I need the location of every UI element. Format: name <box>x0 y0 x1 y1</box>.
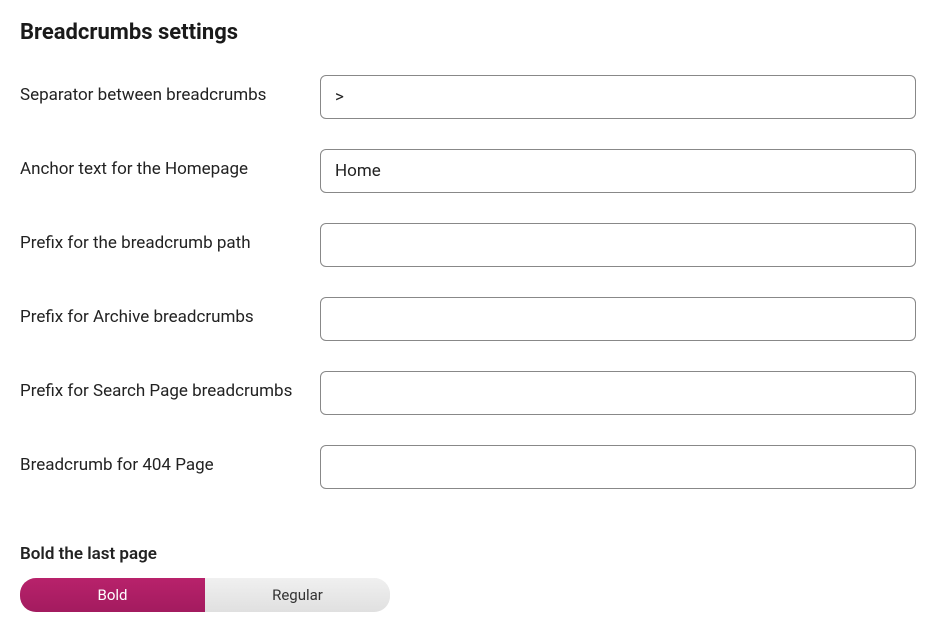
input-prefix-path[interactable] <box>320 223 916 267</box>
label-prefix-search: Prefix for Search Page breadcrumbs <box>20 371 320 401</box>
field-prefix-archive: Prefix for Archive breadcrumbs <box>20 297 916 341</box>
label-separator: Separator between breadcrumbs <box>20 75 320 105</box>
input-prefix-archive[interactable] <box>320 297 916 341</box>
label-prefix-path: Prefix for the breadcrumb path <box>20 223 320 253</box>
toggle-bold-button[interactable]: Bold <box>20 578 205 612</box>
input-prefix-search[interactable] <box>320 371 916 415</box>
field-breadcrumb-404: Breadcrumb for 404 Page <box>20 445 916 489</box>
input-anchor-home[interactable] <box>320 149 916 193</box>
bold-toggle-label: Bold the last page <box>20 544 916 564</box>
label-breadcrumb-404: Breadcrumb for 404 Page <box>20 445 320 475</box>
field-separator: Separator between breadcrumbs <box>20 75 916 119</box>
input-separator[interactable] <box>320 75 916 119</box>
page-title: Breadcrumbs settings <box>20 20 916 45</box>
label-anchor-home: Anchor text for the Homepage <box>20 149 320 179</box>
label-prefix-archive: Prefix for Archive breadcrumbs <box>20 297 320 327</box>
input-breadcrumb-404[interactable] <box>320 445 916 489</box>
bold-toggle-section: Bold the last page Bold Regular <box>20 544 916 612</box>
field-prefix-path: Prefix for the breadcrumb path <box>20 223 916 267</box>
field-prefix-search: Prefix for Search Page breadcrumbs <box>20 371 916 415</box>
bold-toggle-group: Bold Regular <box>20 578 390 612</box>
toggle-regular-button[interactable]: Regular <box>205 578 390 612</box>
field-anchor-home: Anchor text for the Homepage <box>20 149 916 193</box>
